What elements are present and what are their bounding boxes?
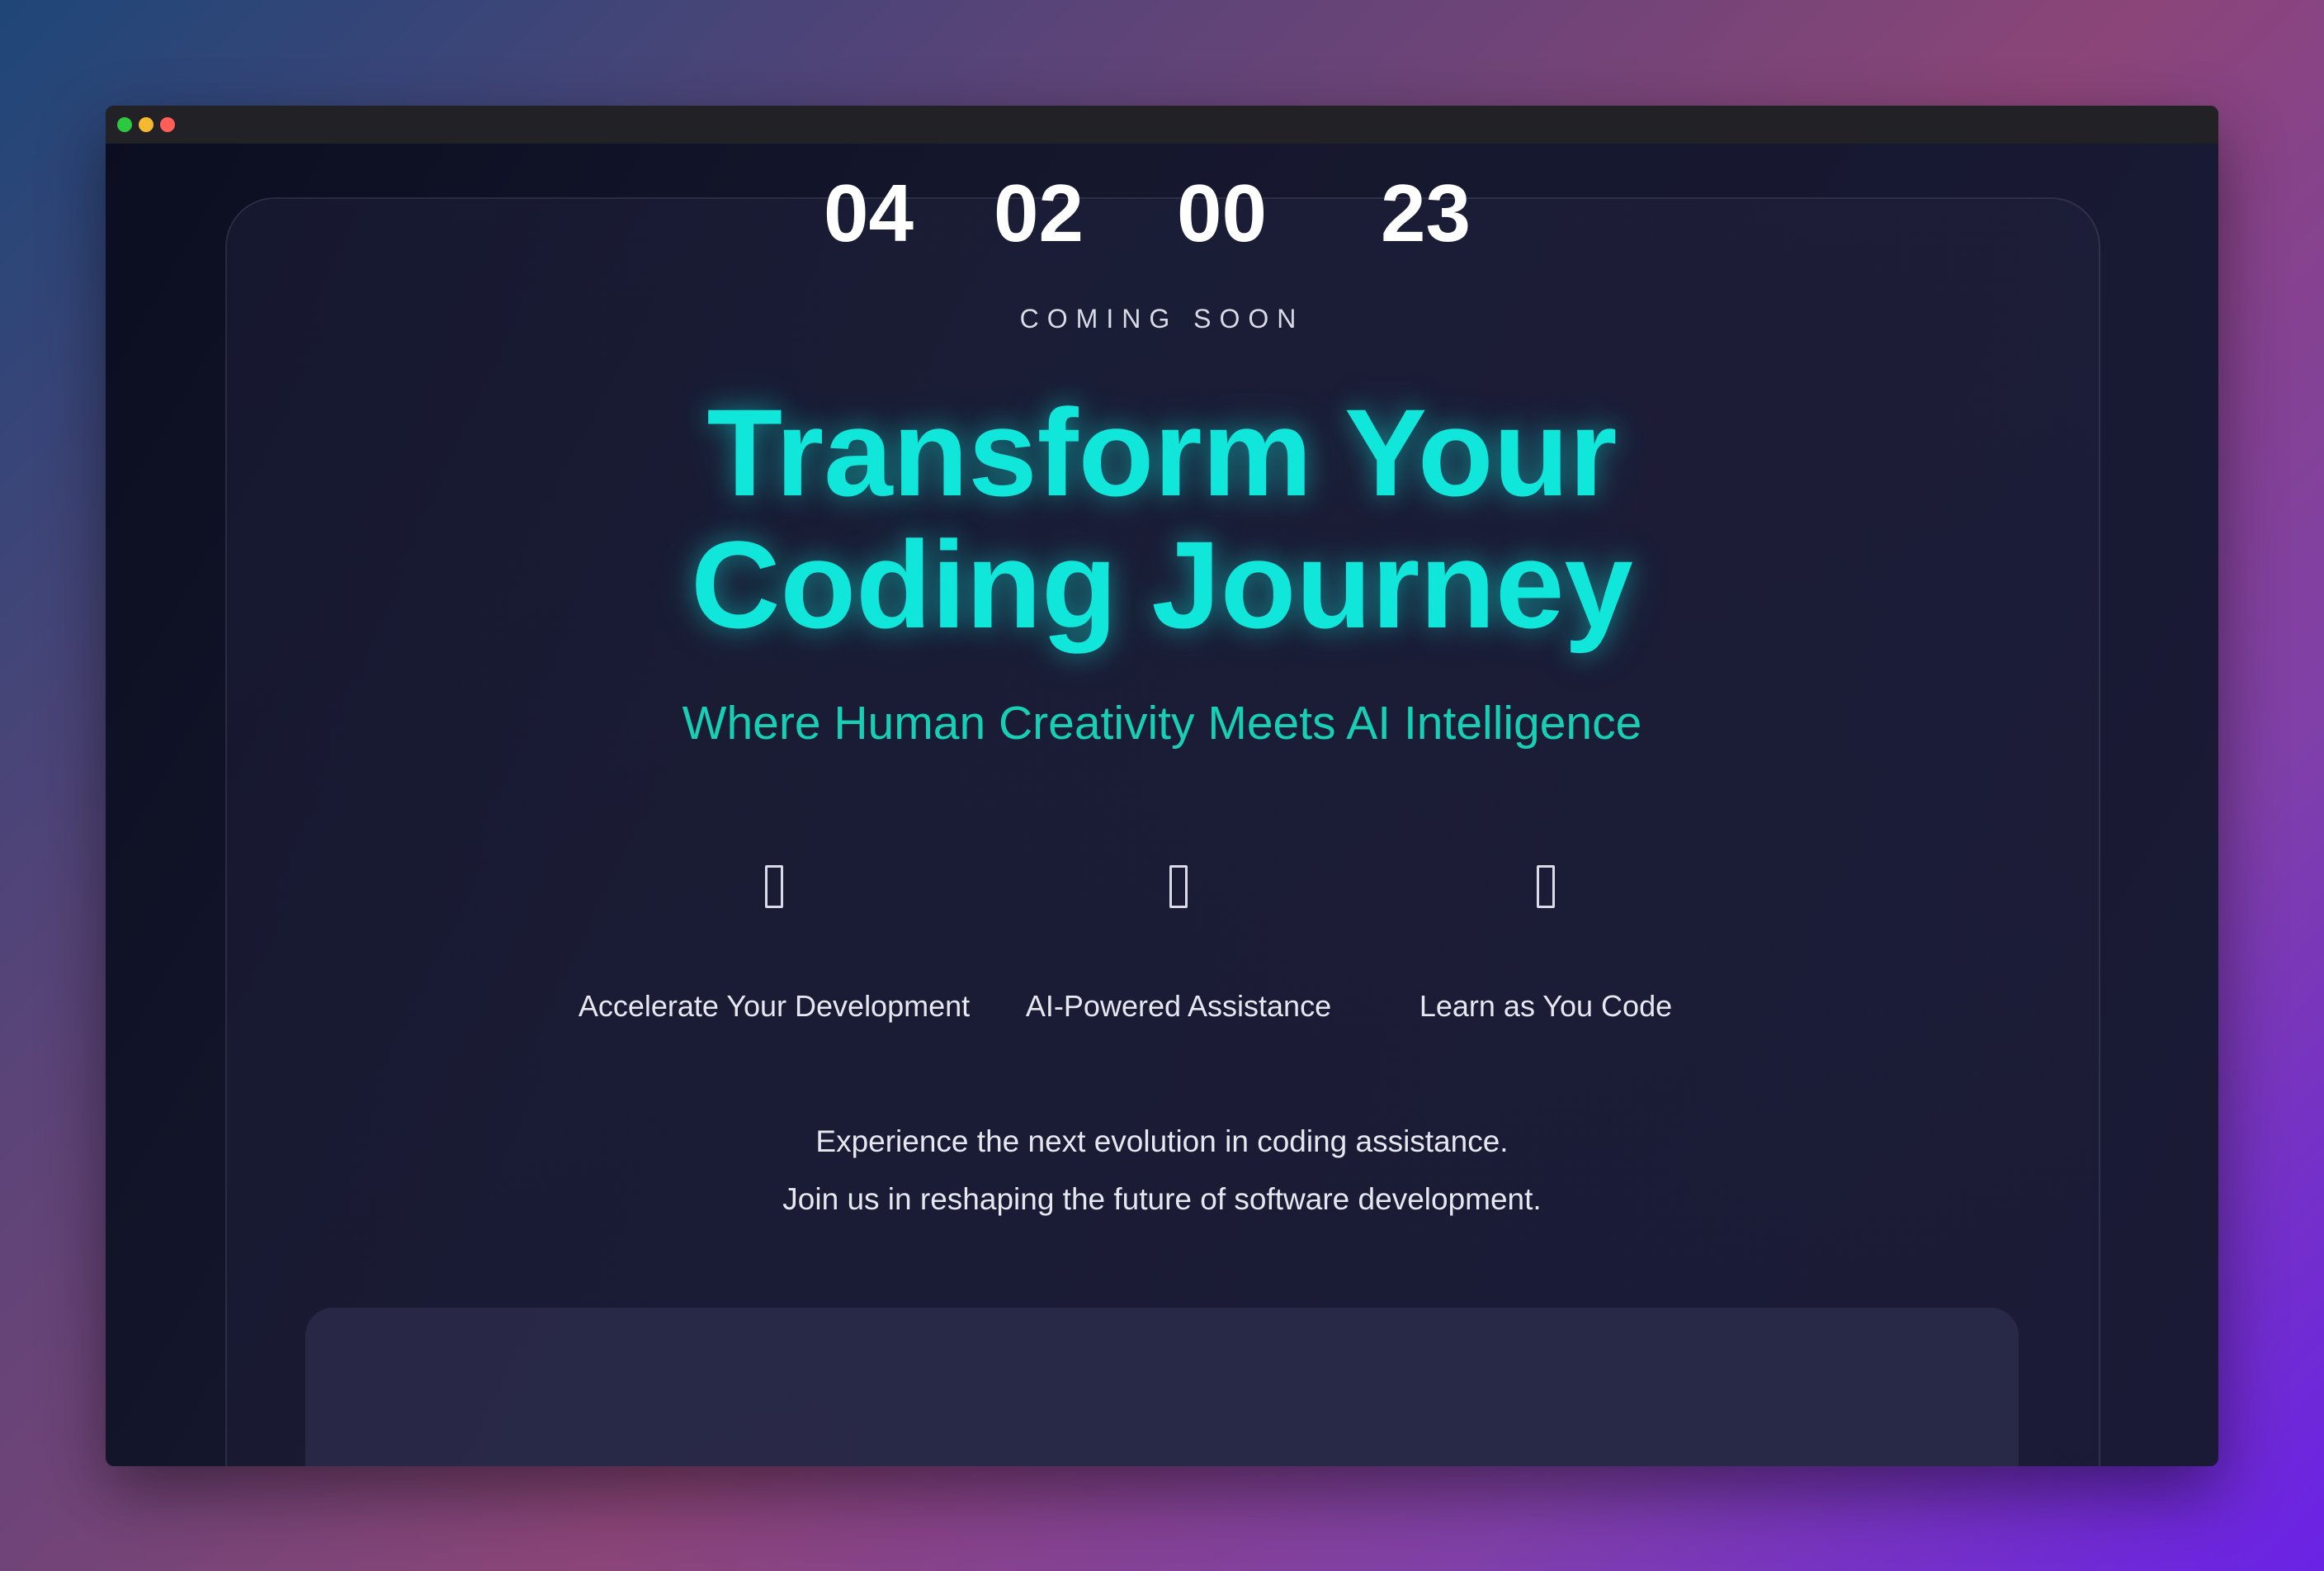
rocket-icon <box>765 865 783 908</box>
window-titlebar <box>106 106 2218 144</box>
window-minimize-button[interactable] <box>139 117 154 132</box>
feature-item-learn: Learn as You Code <box>1381 865 1711 1024</box>
browser-window: COMING SOON Transform Your Coding Journe… <box>106 106 2218 1466</box>
feature-label: Accelerate Your Development <box>578 989 971 1023</box>
description: Experience the next evolution in coding … <box>106 1113 2218 1228</box>
description-line-2: Join us in reshaping the future of softw… <box>782 1182 1542 1216</box>
page-title: Transform Your Coding Journey <box>106 386 2218 651</box>
window-maximize-button[interactable] <box>117 117 132 132</box>
countdown-hours: 02 <box>994 168 1084 258</box>
countdown-minutes: 00 <box>1177 168 1268 258</box>
book-icon <box>1537 865 1555 908</box>
feature-label: AI-Powered Assistance <box>1025 989 1332 1023</box>
feature-item-ai-assistance: AI-Powered Assistance <box>1013 865 1344 1024</box>
countdown-panel <box>305 1308 2019 1466</box>
robot-icon <box>1169 865 1188 908</box>
feature-label: Learn as You Code <box>1419 989 1673 1023</box>
window-close-button[interactable] <box>160 117 175 132</box>
title-line-2: Coding Journey <box>691 515 1633 654</box>
coming-soon-label: COMING SOON <box>1019 304 1305 334</box>
countdown-seconds: 23 <box>1381 168 1471 258</box>
title-line-1: Transform Your <box>706 383 1618 522</box>
countdown-days: 04 <box>824 168 914 258</box>
tagline: Where Human Creativity Meets AI Intellig… <box>682 697 1642 750</box>
description-line-1: Experience the next evolution in coding … <box>815 1124 1509 1158</box>
feature-item-accelerate: Accelerate Your Development <box>568 865 980 1024</box>
